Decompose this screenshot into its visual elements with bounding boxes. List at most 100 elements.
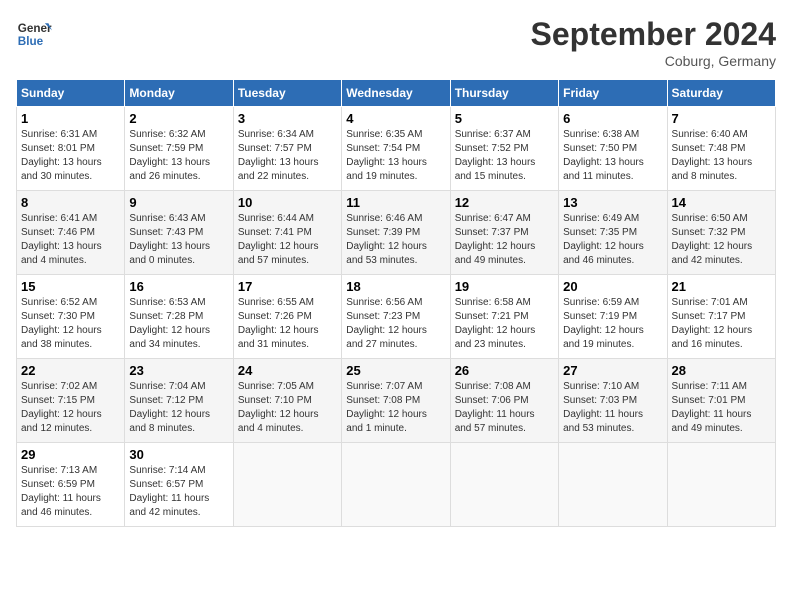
- week-row-3: 15 Sunrise: 6:52 AM Sunset: 7:30 PM Dayli…: [17, 275, 776, 359]
- day-info: Sunrise: 6:38 AM Sunset: 7:50 PM Dayligh…: [563, 128, 662, 184]
- table-row: 16 Sunrise: 6:53 AM Sunset: 7:28 PM Dayli…: [125, 275, 233, 359]
- table-row: 10 Sunrise: 6:44 AM Sunset: 7:41 PM Dayli…: [233, 191, 341, 275]
- day-info: Sunrise: 7:02 AM Sunset: 7:15 PM Dayligh…: [21, 380, 120, 436]
- day-number: 18: [346, 279, 445, 294]
- day-number: 27: [563, 363, 662, 378]
- day-info: Sunrise: 6:47 AM Sunset: 7:37 PM Dayligh…: [455, 212, 554, 268]
- day-number: 12: [455, 195, 554, 210]
- day-info: Sunrise: 6:52 AM Sunset: 7:30 PM Dayligh…: [21, 296, 120, 352]
- day-info: Sunrise: 6:34 AM Sunset: 7:57 PM Dayligh…: [238, 128, 337, 184]
- day-info: Sunrise: 7:08 AM Sunset: 7:06 PM Dayligh…: [455, 380, 554, 436]
- day-info: Sunrise: 6:58 AM Sunset: 7:21 PM Dayligh…: [455, 296, 554, 352]
- day-number: 14: [672, 195, 771, 210]
- day-info: Sunrise: 6:55 AM Sunset: 7:26 PM Dayligh…: [238, 296, 337, 352]
- table-row: [342, 443, 450, 527]
- day-number: 21: [672, 279, 771, 294]
- table-row: 9 Sunrise: 6:43 AM Sunset: 7:43 PM Daylig…: [125, 191, 233, 275]
- calendar-table: Sunday Monday Tuesday Wednesday Thursday…: [16, 79, 776, 527]
- col-saturday: Saturday: [667, 80, 775, 107]
- day-info: Sunrise: 6:35 AM Sunset: 7:54 PM Dayligh…: [346, 128, 445, 184]
- table-row: 23Sunrise: 7:04 AM Sunset: 7:12 PM Dayli…: [125, 359, 233, 443]
- col-wednesday: Wednesday: [342, 80, 450, 107]
- day-number: 29: [21, 447, 120, 462]
- day-info: Sunrise: 7:10 AM Sunset: 7:03 PM Dayligh…: [563, 380, 662, 436]
- day-number: 4: [346, 111, 445, 126]
- day-number: 16: [129, 279, 228, 294]
- day-number: 28: [672, 363, 771, 378]
- col-tuesday: Tuesday: [233, 80, 341, 107]
- logo-icon: General Blue: [16, 16, 52, 52]
- day-number: 8: [21, 195, 120, 210]
- day-info: Sunrise: 7:01 AM Sunset: 7:17 PM Dayligh…: [672, 296, 771, 352]
- day-number: 19: [455, 279, 554, 294]
- col-thursday: Thursday: [450, 80, 558, 107]
- table-row: [233, 443, 341, 527]
- table-row: 13 Sunrise: 6:49 AM Sunset: 7:35 PM Dayli…: [559, 191, 667, 275]
- table-row: 6 Sunrise: 6:38 AM Sunset: 7:50 PM Daylig…: [559, 107, 667, 191]
- day-number: 15: [21, 279, 120, 294]
- table-row: 12 Sunrise: 6:47 AM Sunset: 7:37 PM Dayli…: [450, 191, 558, 275]
- week-row-4: 22Sunrise: 7:02 AM Sunset: 7:15 PM Dayli…: [17, 359, 776, 443]
- day-number: 7: [672, 111, 771, 126]
- day-number: 13: [563, 195, 662, 210]
- day-info: Sunrise: 7:04 AM Sunset: 7:12 PM Dayligh…: [129, 380, 228, 436]
- table-row: 30 Sunrise: 7:14 AM Sunset: 6:57 PM Dayli…: [125, 443, 233, 527]
- table-row: [450, 443, 558, 527]
- day-number: 5: [455, 111, 554, 126]
- table-row: 14Sunrise: 6:50 AM Sunset: 7:32 PM Dayli…: [667, 191, 775, 275]
- day-number: 20: [563, 279, 662, 294]
- logo: General Blue: [16, 16, 52, 52]
- day-number: 25: [346, 363, 445, 378]
- table-row: 18 Sunrise: 6:56 AM Sunset: 7:23 PM Dayli…: [342, 275, 450, 359]
- day-number: 10: [238, 195, 337, 210]
- day-info: Sunrise: 7:05 AM Sunset: 7:10 PM Dayligh…: [238, 380, 337, 436]
- week-row-1: 1Sunrise: 6:31 AM Sunset: 8:01 PM Daylig…: [17, 107, 776, 191]
- table-row: 29 Sunrise: 7:13 AM Sunset: 6:59 PM Dayli…: [17, 443, 125, 527]
- day-number: 9: [129, 195, 228, 210]
- svg-text:Blue: Blue: [18, 35, 44, 48]
- day-info: Sunrise: 6:43 AM Sunset: 7:43 PM Dayligh…: [129, 212, 228, 268]
- table-row: 26 Sunrise: 7:08 AM Sunset: 7:06 PM Dayli…: [450, 359, 558, 443]
- table-row: 20Sunrise: 6:59 AM Sunset: 7:19 PM Dayli…: [559, 275, 667, 359]
- day-info: Sunrise: 6:32 AM Sunset: 7:59 PM Dayligh…: [129, 128, 228, 184]
- month-year-title: September 2024: [531, 16, 776, 53]
- table-row: 7Sunrise: 6:40 AM Sunset: 7:48 PM Daylig…: [667, 107, 775, 191]
- table-row: 19 Sunrise: 6:58 AM Sunset: 7:21 PM Dayli…: [450, 275, 558, 359]
- day-number: 17: [238, 279, 337, 294]
- table-row: [559, 443, 667, 527]
- day-info: Sunrise: 6:44 AM Sunset: 7:41 PM Dayligh…: [238, 212, 337, 268]
- day-number: 30: [129, 447, 228, 462]
- table-row: 24 Sunrise: 7:05 AM Sunset: 7:10 PM Dayli…: [233, 359, 341, 443]
- day-info: Sunrise: 7:13 AM Sunset: 6:59 PM Dayligh…: [21, 464, 120, 520]
- table-row: 8Sunrise: 6:41 AM Sunset: 7:46 PM Daylig…: [17, 191, 125, 275]
- day-number: 11: [346, 195, 445, 210]
- day-number: 6: [563, 111, 662, 126]
- location-subtitle: Coburg, Germany: [531, 53, 776, 69]
- title-block: September 2024 Coburg, Germany: [531, 16, 776, 69]
- day-info: Sunrise: 7:07 AM Sunset: 7:08 PM Dayligh…: [346, 380, 445, 436]
- table-row: 17 Sunrise: 6:55 AM Sunset: 7:26 PM Dayli…: [233, 275, 341, 359]
- table-row: 3 Sunrise: 6:34 AM Sunset: 7:57 PM Daylig…: [233, 107, 341, 191]
- day-info: Sunrise: 6:37 AM Sunset: 7:52 PM Dayligh…: [455, 128, 554, 184]
- col-sunday: Sunday: [17, 80, 125, 107]
- table-row: 22Sunrise: 7:02 AM Sunset: 7:15 PM Dayli…: [17, 359, 125, 443]
- table-row: 27 Sunrise: 7:10 AM Sunset: 7:03 PM Dayli…: [559, 359, 667, 443]
- day-info: Sunrise: 6:49 AM Sunset: 7:35 PM Dayligh…: [563, 212, 662, 268]
- day-number: 26: [455, 363, 554, 378]
- day-number: 2: [129, 111, 228, 126]
- col-monday: Monday: [125, 80, 233, 107]
- day-info: Sunrise: 6:46 AM Sunset: 7:39 PM Dayligh…: [346, 212, 445, 268]
- day-info: Sunrise: 7:14 AM Sunset: 6:57 PM Dayligh…: [129, 464, 228, 520]
- day-info: Sunrise: 6:53 AM Sunset: 7:28 PM Dayligh…: [129, 296, 228, 352]
- table-row: [667, 443, 775, 527]
- day-number: 3: [238, 111, 337, 126]
- table-row: 25 Sunrise: 7:07 AM Sunset: 7:08 PM Dayli…: [342, 359, 450, 443]
- table-row: 4 Sunrise: 6:35 AM Sunset: 7:54 PM Daylig…: [342, 107, 450, 191]
- day-number: 24: [238, 363, 337, 378]
- table-row: 11 Sunrise: 6:46 AM Sunset: 7:39 PM Dayli…: [342, 191, 450, 275]
- page-header: General Blue September 2024 Coburg, Germ…: [16, 16, 776, 69]
- table-row: 21 Sunrise: 7:01 AM Sunset: 7:17 PM Dayli…: [667, 275, 775, 359]
- day-info: Sunrise: 6:56 AM Sunset: 7:23 PM Dayligh…: [346, 296, 445, 352]
- table-row: 28Sunrise: 7:11 AM Sunset: 7:01 PM Dayli…: [667, 359, 775, 443]
- day-number: 1: [21, 111, 120, 126]
